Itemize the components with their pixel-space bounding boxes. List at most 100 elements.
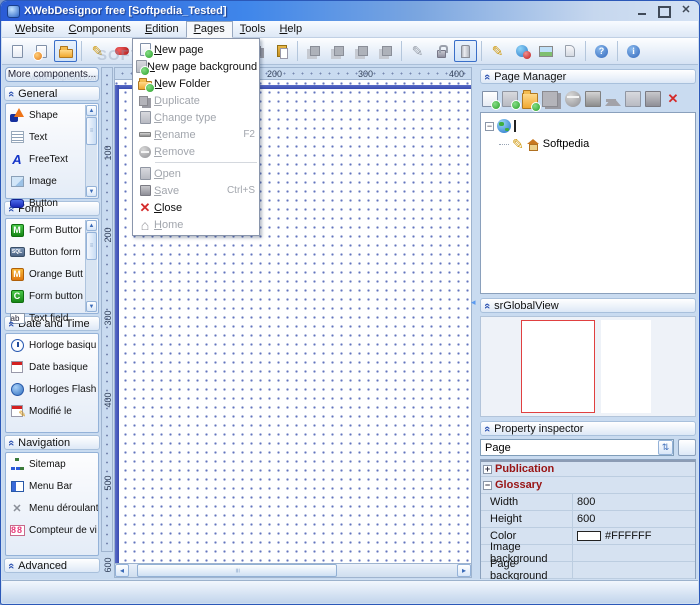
- menu-website[interactable]: Website: [8, 22, 62, 37]
- new-page-button[interactable]: [30, 40, 53, 62]
- home-icon[interactable]: [605, 90, 621, 106]
- page-thumbnail-selected[interactable]: [521, 320, 595, 413]
- horizontal-scrollbar[interactable]: ◂ ▸: [114, 563, 472, 578]
- tree-page-row[interactable]: Softpedia: [485, 135, 691, 153]
- section-general-scrollbar[interactable]: ▲ ≡ ▼: [85, 105, 97, 197]
- menu-item-new-page-background[interactable]: New page background: [133, 58, 259, 76]
- component-button[interactable]: [454, 40, 477, 62]
- section-form-scrollbar[interactable]: ▲ ≡ ▼: [85, 220, 97, 312]
- preview-button[interactable]: [110, 40, 133, 62]
- property-extra-button[interactable]: [678, 439, 696, 456]
- page-manager-header[interactable]: Page Manager: [480, 69, 696, 84]
- send-backward-button[interactable]: [374, 40, 397, 62]
- menu-components[interactable]: Components: [62, 22, 138, 37]
- component-item-horloges-flash[interactable]: Horloges Flash: [6, 378, 98, 400]
- global-view-header[interactable]: srGlobalView: [480, 298, 696, 313]
- property-target-select[interactable]: Page: [480, 439, 674, 456]
- menu-item-duplicate[interactable]: Duplicate: [133, 92, 259, 109]
- close-button[interactable]: [679, 5, 693, 17]
- global-view-preview[interactable]: [480, 316, 696, 417]
- component-item-menu-deroulant[interactable]: Menu déroulant: [6, 497, 98, 519]
- menu-tools[interactable]: Tools: [233, 22, 273, 37]
- remove-icon[interactable]: [565, 91, 581, 107]
- scroll-left-icon[interactable]: ◂: [115, 564, 129, 577]
- section-header-navigation[interactable]: Navigation: [4, 435, 100, 450]
- menu-item-rename[interactable]: Rename F2: [133, 126, 259, 143]
- menu-item-new-folder[interactable]: New Folder: [133, 75, 259, 93]
- help-button[interactable]: [590, 40, 613, 62]
- color-swatch[interactable]: [577, 531, 601, 541]
- menu-item-open[interactable]: Open: [133, 165, 259, 182]
- duplicate-icon: [139, 95, 148, 106]
- property-group-glossary[interactable]: Glossary: [481, 477, 695, 494]
- more-components-button[interactable]: More components...: [5, 67, 99, 82]
- close-icon[interactable]: [665, 91, 681, 107]
- edit-button[interactable]: [86, 40, 109, 62]
- menu-pages[interactable]: Pages: [185, 20, 233, 38]
- component-item-compteur[interactable]: Compteur de vi: [6, 519, 98, 541]
- publish-button[interactable]: [510, 40, 533, 62]
- rename-icon[interactable]: [585, 91, 601, 107]
- scrollbar-thumb[interactable]: [137, 564, 337, 577]
- image-button[interactable]: [534, 40, 557, 62]
- scrollbar-thumb[interactable]: ≡: [86, 117, 97, 145]
- lock-button[interactable]: [430, 40, 453, 62]
- property-group-publication[interactable]: Publication: [481, 460, 695, 477]
- spinner-icon[interactable]: [658, 440, 673, 455]
- maximize-button[interactable]: [657, 5, 671, 17]
- panel-splitter[interactable]: ◂: [471, 67, 479, 577]
- right-panel: Page Manager: [480, 67, 696, 582]
- page-thumbnail[interactable]: [601, 320, 651, 413]
- splitter-collapse-icon[interactable]: ◂: [471, 297, 476, 308]
- scrollbar-thumb[interactable]: ≡: [86, 232, 97, 260]
- paste-button[interactable]: [270, 40, 293, 62]
- chevron-up-icon: [6, 320, 16, 326]
- menu-item-new-page[interactable]: New page: [133, 41, 259, 59]
- bring-to-front-button[interactable]: [302, 40, 325, 62]
- menu-help[interactable]: Help: [272, 22, 309, 37]
- new-page-icon[interactable]: [482, 91, 501, 110]
- component-item-sitemap[interactable]: Sitemap: [6, 453, 98, 475]
- property-inspector-header[interactable]: Property inspector: [480, 421, 696, 436]
- open-icon[interactable]: [625, 91, 641, 107]
- bring-forward-button[interactable]: [350, 40, 373, 62]
- component-item-date-basique[interactable]: Date basique: [6, 356, 98, 378]
- modified-date-icon: [11, 405, 26, 420]
- scroll-up-icon[interactable]: ▲: [86, 105, 97, 116]
- edit-page-button[interactable]: [486, 40, 509, 62]
- menu-item-home[interactable]: Home: [133, 216, 259, 233]
- new-document-button[interactable]: [6, 40, 29, 62]
- new-folder-icon[interactable]: [522, 90, 541, 112]
- menu-item-remove[interactable]: Remove: [133, 143, 259, 160]
- tree-root-row[interactable]: [485, 117, 691, 135]
- expand-icon[interactable]: [483, 464, 492, 474]
- menu-edition[interactable]: Edition: [138, 22, 186, 37]
- minimize-button[interactable]: [635, 5, 649, 17]
- new-page-background-icon[interactable]: [502, 91, 521, 110]
- scroll-up-icon[interactable]: ▲: [86, 220, 97, 231]
- menu-item-save[interactable]: Save Ctrl+S: [133, 182, 259, 199]
- lock-icon: [437, 44, 448, 58]
- section-header-advanced[interactable]: Advanced: [4, 558, 100, 573]
- component-item-menu-bar[interactable]: Menu Bar: [6, 475, 98, 497]
- collapse-icon[interactable]: [483, 480, 492, 490]
- duplicate-icon[interactable]: [542, 91, 558, 107]
- menu-item-change-type[interactable]: Change type: [133, 109, 259, 126]
- script-button[interactable]: [558, 40, 581, 62]
- scroll-down-icon[interactable]: ▼: [86, 186, 97, 197]
- section-header-general[interactable]: General: [4, 86, 100, 101]
- collapse-icon[interactable]: [485, 121, 494, 131]
- pencil-button[interactable]: [406, 40, 429, 62]
- scroll-down-icon[interactable]: ▼: [86, 301, 97, 312]
- about-button[interactable]: [622, 40, 645, 62]
- form-button-m-icon: M: [10, 223, 24, 237]
- component-item-modifie-le[interactable]: Modifié le: [6, 400, 98, 422]
- open-folder-button[interactable]: [54, 40, 77, 62]
- pencil-icon: [412, 43, 424, 60]
- scroll-right-icon[interactable]: ▸: [457, 564, 471, 577]
- component-item-horloge-basique[interactable]: Horloge basiqu: [6, 334, 98, 356]
- send-to-back-button[interactable]: [326, 40, 349, 62]
- clock-icon: [10, 338, 24, 352]
- menu-item-close[interactable]: Close: [133, 199, 259, 216]
- save-icon[interactable]: [645, 91, 661, 107]
